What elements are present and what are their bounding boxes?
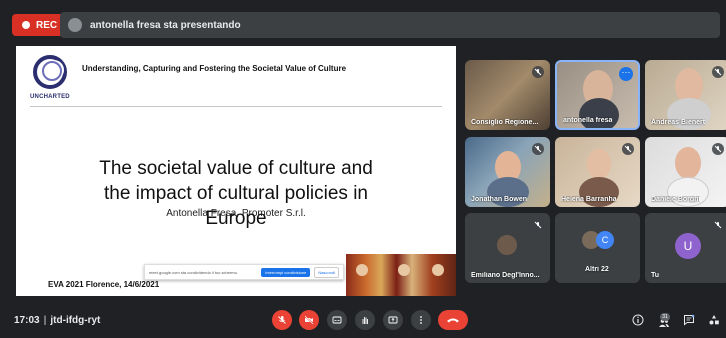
- presenting-text: antonella fresa sta presentando: [90, 19, 241, 31]
- participant-name: antonella fresa: [563, 117, 613, 124]
- painting-image: [346, 254, 456, 296]
- participant-tile[interactable]: Helena Barranha: [555, 137, 640, 207]
- chat-button[interactable]: [679, 310, 699, 330]
- participant-tile[interactable]: Jonathan Bowen: [465, 137, 550, 207]
- top-bar: REC antonella fresa sta presentando: [0, 0, 726, 44]
- shared-screen: UNCHARTED Understanding, Capturing and F…: [16, 46, 456, 296]
- end-call-button[interactable]: [438, 310, 468, 330]
- presenting-banner: antonella fresa sta presentando: [60, 12, 720, 38]
- activities-icon: [709, 315, 719, 325]
- mic-off-icon: [532, 143, 544, 155]
- raise-hand-icon: [362, 317, 368, 324]
- hide-button[interactable]: Nascondi: [314, 266, 339, 278]
- logo-wordmark: UNCHARTED: [30, 94, 70, 100]
- more-options-icon[interactable]: ···: [619, 67, 633, 81]
- chat-icon: [684, 314, 695, 326]
- participant-name: Andreas Bienert: [651, 119, 706, 126]
- others-count-label: Altri 22: [585, 266, 609, 273]
- self-avatar: U: [675, 233, 701, 259]
- end-call-icon: [447, 318, 459, 323]
- mic-off-icon: [712, 219, 724, 231]
- bottom-bar: 17:03 | jtd-ifdg-ryt 31: [0, 302, 726, 338]
- painting-figure: [432, 264, 444, 276]
- participant-avatar: C: [596, 231, 614, 249]
- mic-off-icon: [712, 66, 724, 78]
- stop-sharing-button[interactable]: Interrompi condivisione: [261, 267, 311, 277]
- more-options-icon: [420, 316, 422, 324]
- painting-figure: [398, 264, 410, 276]
- participant-name: Helena Barranha: [561, 196, 617, 203]
- meeting-info-separator: |: [43, 315, 47, 326]
- participant-face: [587, 149, 611, 179]
- participant-tile[interactable]: ··· antonella fresa: [555, 60, 640, 130]
- mic-toggle-button[interactable]: [272, 310, 292, 330]
- info-icon: [632, 314, 644, 326]
- recording-label: REC: [36, 19, 58, 31]
- slide-header: Understanding, Capturing and Fostering t…: [82, 64, 347, 73]
- mic-off-icon: [712, 143, 724, 155]
- participant-name: Jonathan Bowen: [471, 196, 528, 203]
- slide-title-line: the impact of cultural policies in: [103, 183, 368, 204]
- activities-button[interactable]: [704, 310, 724, 330]
- participant-tile[interactable]: Emiliano Degl'Inno...: [465, 213, 550, 283]
- participant-name: Daniele Borghi: [651, 196, 701, 203]
- participant-face: [675, 147, 701, 179]
- mic-off-icon: [532, 66, 544, 78]
- camera-toggle-button[interactable]: [299, 310, 319, 330]
- slide-footer: EVA 2021 Florence, 14/6/2021: [48, 280, 160, 289]
- slide-title: The societal value of culture and the im…: [56, 156, 416, 231]
- participant-body: [579, 98, 619, 128]
- uncharted-logo-icon: [33, 55, 67, 89]
- participant-count-badge: 31: [660, 313, 670, 321]
- participant-name: Consiglio Regione...: [471, 119, 539, 126]
- meeting-code: jtd-ifdg-ryt: [50, 315, 101, 326]
- more-options-button[interactable]: [411, 310, 431, 330]
- participant-name: Emiliano Degl'Inno...: [471, 272, 540, 279]
- participant-name: Tu: [651, 272, 660, 279]
- present-icon: [388, 316, 398, 324]
- meeting-time: 17:03: [14, 315, 40, 326]
- others-tile[interactable]: C Altri 22: [555, 213, 640, 283]
- participant-tile[interactable]: Andreas Bienert: [645, 60, 726, 130]
- share-message: meet.google.com sta condividendo il tuo …: [149, 269, 238, 275]
- participant-avatar: [495, 233, 519, 257]
- participant-tile[interactable]: Daniele Borghi: [645, 137, 726, 207]
- people-button[interactable]: 31: [654, 310, 674, 330]
- screen-share-popup: meet.google.com sta condividendo il tuo …: [144, 264, 344, 280]
- painting-figure: [356, 264, 368, 276]
- slide-title-line: The societal value of culture and: [99, 158, 373, 179]
- captions-icon: [332, 316, 342, 324]
- recording-badge: REC: [12, 14, 68, 36]
- meeting-info: 17:03 | jtd-ifdg-ryt: [14, 315, 100, 326]
- record-dot-icon: [22, 21, 30, 29]
- presenter-avatar: [68, 18, 82, 32]
- slide-author: Antonella Fresa, Promoter S.r.l.: [166, 208, 306, 219]
- raise-hand-button[interactable]: [355, 310, 375, 330]
- present-button[interactable]: [383, 310, 403, 330]
- header-divider: [30, 106, 442, 107]
- mic-off-icon: [532, 219, 544, 231]
- mic-off-icon: [622, 143, 634, 155]
- self-tile[interactable]: U Tu: [645, 213, 726, 283]
- meeting-details-button[interactable]: [628, 310, 648, 330]
- camera-off-icon: [304, 315, 314, 325]
- participant-tile[interactable]: Consiglio Regione...: [465, 60, 550, 130]
- captions-button[interactable]: [327, 310, 347, 330]
- mic-off-icon: [278, 316, 286, 324]
